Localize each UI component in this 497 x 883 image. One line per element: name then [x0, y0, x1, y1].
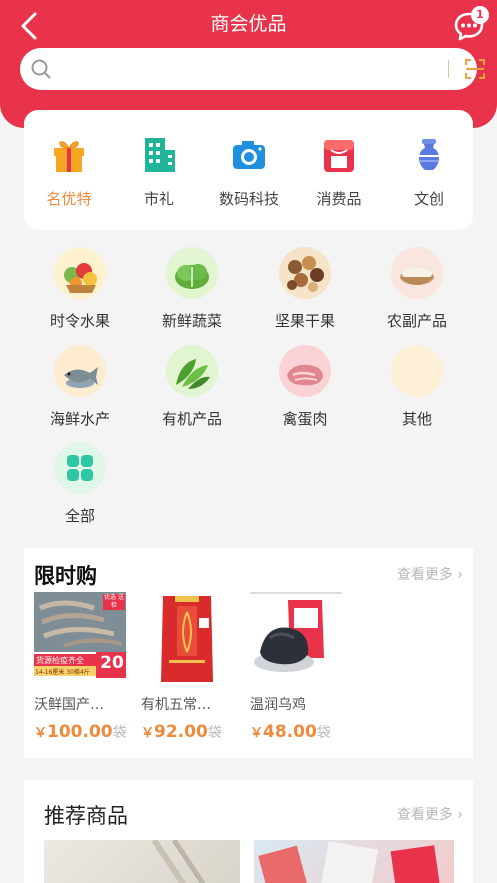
- search-divider: [448, 60, 449, 78]
- category-item-shili[interactable]: 市礼: [114, 110, 204, 230]
- product-price: ￥48.00袋: [250, 722, 346, 742]
- price-unit: 袋: [207, 725, 222, 741]
- category-item-consumer[interactable]: 消费品: [294, 110, 384, 230]
- product-name: 有机五常…: [141, 697, 211, 713]
- subcategory-label: 农副产品: [386, 312, 447, 330]
- lettuce-icon: [166, 247, 218, 299]
- building-icon: [145, 138, 175, 172]
- meat-icon: [279, 345, 331, 397]
- subcategory-label: 禽蛋肉: [282, 410, 328, 428]
- category-item-mingyoute[interactable]: 名优特: [24, 110, 114, 230]
- recommended-title: 推荐商品: [44, 804, 128, 828]
- product-price: ￥100.00袋: [34, 722, 130, 742]
- all-grid-icon: [54, 442, 106, 494]
- subcategory-nuts[interactable]: 坚果干果: [255, 247, 355, 337]
- subcategory-label: 时令水果: [49, 312, 110, 330]
- product-image-chicken: [250, 592, 342, 684]
- subcategory-meat[interactable]: 禽蛋肉: [255, 345, 355, 435]
- category-label: 数码科技: [218, 190, 279, 208]
- category-label: 名优特: [46, 190, 92, 208]
- currency-symbol: ￥: [141, 726, 155, 741]
- subcategory-farm[interactable]: 农副产品: [367, 247, 467, 337]
- recommended-product-image[interactable]: [254, 840, 454, 883]
- product-image-rice: [141, 592, 233, 684]
- product-name: 温润乌鸡: [250, 697, 306, 713]
- product-banner-top: 货源检疫齐全: [36, 656, 84, 665]
- product-tag: 20: [100, 653, 124, 673]
- subcategory-seafood[interactable]: 海鲜水产: [30, 345, 130, 435]
- price-unit: 袋: [316, 725, 331, 741]
- product-banner-sub: 14-16厘米 30條4斤: [35, 669, 90, 676]
- search-input[interactable]: [64, 56, 434, 82]
- category-label: 市礼: [143, 190, 174, 208]
- product-card[interactable]: 货源检疫齐全 14-16厘米 30條4斤 20 优选 送检 沃鲜国产… ￥100…: [34, 592, 130, 742]
- category-item-digital[interactable]: 数码科技: [204, 110, 294, 230]
- flash-sale-title: 限时购: [34, 564, 97, 588]
- fish-icon: [54, 345, 106, 397]
- subcategory-fruit[interactable]: 时令水果: [30, 247, 130, 337]
- category-card: 名优特 市礼 数码科技 消费品 文创: [24, 110, 473, 230]
- camera-icon: [233, 141, 265, 169]
- price-value: 48.00: [263, 722, 317, 742]
- category-label: 消费品: [316, 190, 362, 208]
- product-price: ￥92.00袋: [141, 722, 237, 742]
- flash-sale-section: 限时购 查看更多 › 货源检疫齐全 14-16厘米 30條4斤 20 优选 送检…: [24, 548, 473, 758]
- category-label: 文创: [413, 190, 444, 208]
- recommended-section: 推荐商品 查看更多 ›: [24, 780, 473, 883]
- fruit-basket-icon: [54, 247, 106, 299]
- subcategory-all[interactable]: 全部: [30, 442, 130, 532]
- greens-icon: [166, 345, 218, 397]
- subcategory-label: 有机产品: [161, 410, 222, 428]
- product-card[interactable]: 有机五常… ￥92.00袋: [141, 592, 237, 742]
- message-button[interactable]: 1: [451, 6, 489, 44]
- price-unit: 袋: [112, 725, 127, 741]
- search-icon: [31, 59, 51, 79]
- subcategory-label: 其他: [401, 410, 432, 428]
- subcategory-organic[interactable]: 有机产品: [142, 345, 242, 435]
- subcategory-vegetable[interactable]: 新鲜蔬菜: [142, 247, 242, 337]
- subcategory-label: 海鲜水产: [49, 410, 110, 428]
- recommended-product-image[interactable]: [44, 840, 240, 883]
- page-title: 商会优品: [210, 13, 287, 35]
- currency-symbol: ￥: [34, 726, 48, 741]
- vase-icon: [419, 139, 439, 170]
- message-count-badge: 1: [471, 6, 489, 24]
- recommended-more-link[interactable]: 查看更多 ›: [397, 804, 463, 824]
- price-value: 100.00: [47, 722, 113, 742]
- gift-icon: [54, 141, 84, 172]
- subcategory-other[interactable]: 其他: [367, 345, 467, 435]
- product-name: 沃鲜国产…: [34, 697, 104, 713]
- flash-sale-more-link[interactable]: 查看更多 ›: [397, 564, 463, 584]
- other-icon: [391, 345, 443, 397]
- product-image-shrimp: 货源检疫齐全 14-16厘米 30條4斤 20 优选 送检: [34, 592, 126, 684]
- product-card[interactable]: 温润乌鸡 ￥48.00袋: [250, 592, 346, 742]
- currency-symbol: ￥: [250, 726, 264, 741]
- subcategory-label: 新鲜蔬菜: [161, 312, 222, 330]
- category-item-wenchuang[interactable]: 文创: [384, 110, 474, 230]
- price-value: 92.00: [154, 722, 208, 742]
- app-header: 商会优品 1: [0, 0, 497, 128]
- subcategory-label: 全部: [64, 507, 95, 525]
- product-corner-label: 优选 送检: [103, 594, 125, 610]
- nuts-icon: [279, 247, 331, 299]
- subcategory-label: 坚果干果: [274, 312, 335, 330]
- search-bar[interactable]: [20, 48, 485, 90]
- rice-bowl-icon: [391, 247, 443, 299]
- shop-icon: [324, 140, 354, 172]
- scan-icon[interactable]: [464, 58, 486, 80]
